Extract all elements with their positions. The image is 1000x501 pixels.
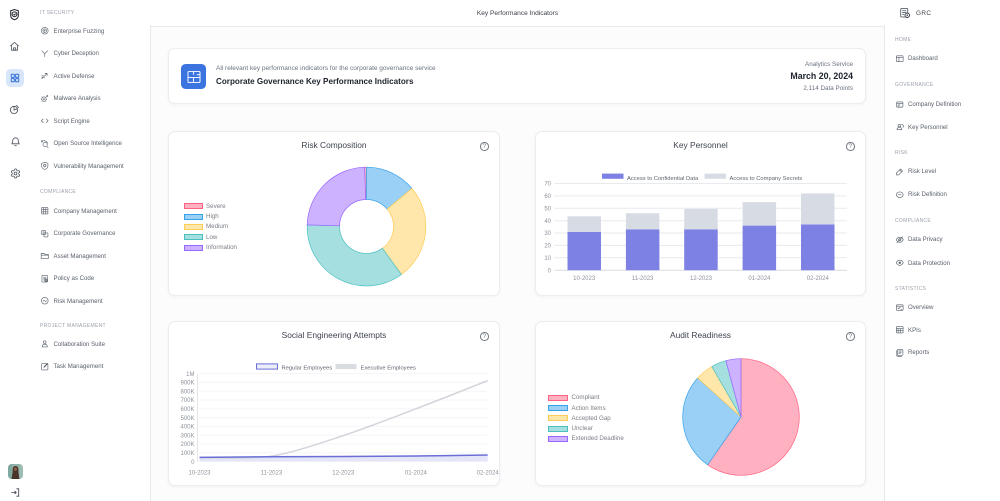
svg-text:12-2023: 12-2023 [690, 276, 713, 282]
svg-text:70: 70 [544, 182, 551, 188]
svg-text:01-2024: 01-2024 [748, 276, 771, 282]
svg-text:02-2024: 02-2024 [477, 471, 500, 477]
svg-text:700K: 700K [180, 398, 194, 404]
svg-text:10-2023: 10-2023 [573, 276, 596, 282]
svg-text:40: 40 [544, 219, 551, 225]
svg-text:12-2023: 12-2023 [332, 471, 355, 477]
svg-text:0: 0 [548, 268, 552, 274]
svg-text:800K: 800K [180, 389, 194, 395]
svg-text:02-2024: 02-2024 [807, 276, 830, 282]
svg-text:Regular Employees: Regular Employees [282, 365, 333, 371]
svg-text:600K: 600K [180, 407, 194, 413]
svg-text:0: 0 [191, 460, 195, 466]
svg-text:60: 60 [544, 194, 551, 200]
svg-text:10-2023: 10-2023 [188, 471, 211, 477]
svg-text:900K: 900K [180, 381, 194, 387]
svg-text:1M: 1M [186, 372, 194, 378]
svg-text:500K: 500K [180, 416, 194, 422]
svg-text:50: 50 [544, 207, 551, 213]
svg-text:Access to Confidential Data: Access to Confidential Data [627, 176, 699, 182]
svg-text:400K: 400K [180, 425, 194, 431]
svg-text:Access to Company Secrets: Access to Company Secrets [730, 176, 803, 182]
svg-text:20: 20 [544, 244, 551, 250]
svg-text:01-2024: 01-2024 [405, 471, 428, 477]
svg-text:100K: 100K [180, 451, 194, 457]
svg-text:10: 10 [544, 256, 551, 262]
svg-text:Executive Employees: Executive Employees [361, 365, 417, 371]
svg-text:200K: 200K [180, 442, 194, 448]
svg-text:11-2023: 11-2023 [261, 471, 283, 477]
svg-text:30: 30 [544, 231, 551, 237]
svg-text:11-2023: 11-2023 [632, 276, 654, 282]
svg-text:300K: 300K [180, 433, 194, 439]
